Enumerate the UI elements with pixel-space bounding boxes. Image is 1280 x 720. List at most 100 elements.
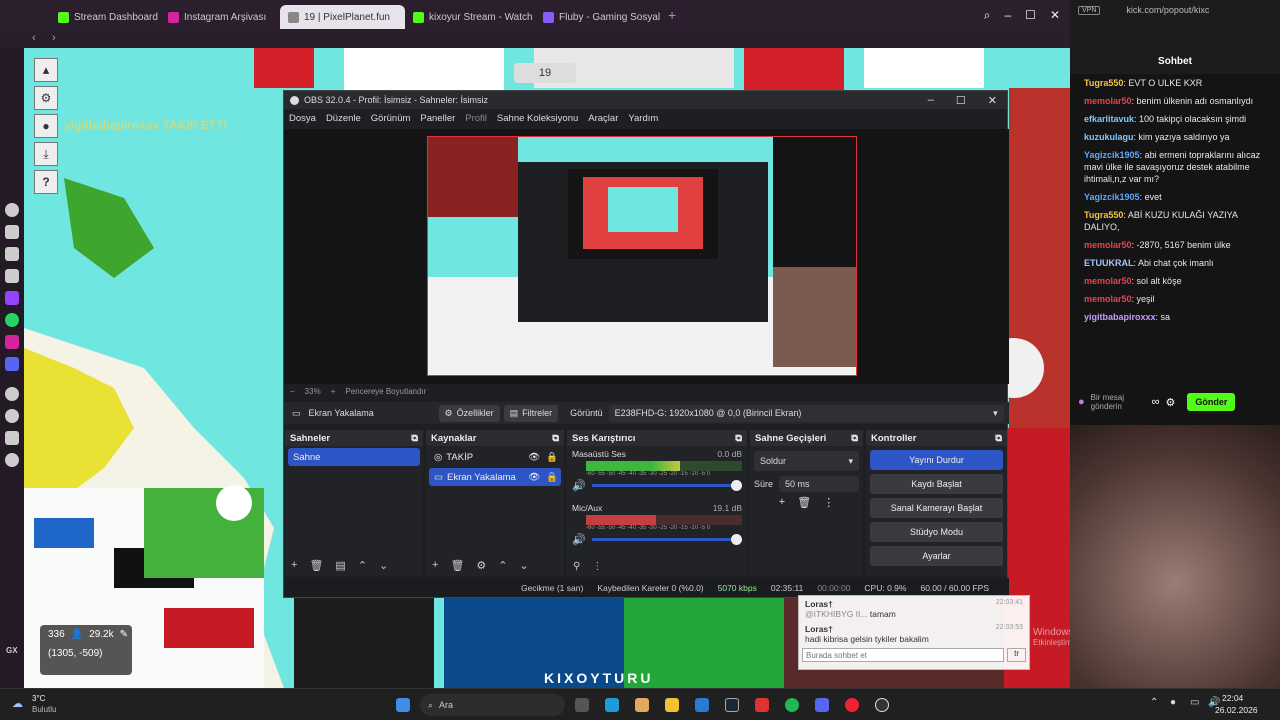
lock-icon[interactable]: 🔒 xyxy=(546,472,558,483)
undock-icon[interactable]: ⧉ xyxy=(851,433,858,444)
speaker-icon[interactable]: 🔊 xyxy=(572,533,586,546)
clock-date[interactable]: 26.02.2026 xyxy=(1215,705,1258,715)
undock-icon[interactable]: ⧉ xyxy=(735,433,742,444)
add-icon[interactable]: + xyxy=(779,496,785,509)
preview-capture[interactable] xyxy=(427,136,857,376)
start-recording-button[interactable]: Kaydı Başlat xyxy=(870,474,1003,494)
source-item[interactable]: ▭ Ekran Yakalama 👁 🔒 xyxy=(429,468,561,486)
volume-slider[interactable] xyxy=(591,534,742,545)
taskbar-search[interactable]: ⌕ Ara xyxy=(420,694,565,716)
discord-icon[interactable] xyxy=(5,357,19,371)
obs-preview-area[interactable] xyxy=(284,129,1009,384)
arrow-down-icon[interactable]: ⌄ xyxy=(379,559,388,572)
arrow-up-icon[interactable]: ⌃ xyxy=(498,559,507,572)
minimize-icon[interactable]: – xyxy=(928,94,934,107)
mic-icon[interactable]: ● xyxy=(1078,396,1085,408)
more-icon[interactable]: ⋮ xyxy=(592,561,602,572)
store-icon[interactable] xyxy=(695,698,709,712)
lock-icon[interactable]: 🔒 xyxy=(546,452,558,463)
undock-icon[interactable]: ⧉ xyxy=(552,433,559,444)
eye-icon[interactable]: 👁 xyxy=(528,452,540,463)
opera-icon[interactable] xyxy=(845,698,859,712)
chat-input[interactable] xyxy=(802,648,1005,662)
clock-time[interactable]: 22:04 xyxy=(1222,693,1243,703)
browser-tab-active[interactable]: 19 | PixelPlanet.fun xyxy=(280,5,405,29)
address-url[interactable]: kick.com/popout/kixc xyxy=(1126,5,1209,15)
whatsapp-icon[interactable] xyxy=(5,313,19,327)
scene-item[interactable]: Sahne xyxy=(288,448,420,466)
speaker-icon[interactable]: 🔊 xyxy=(572,479,586,492)
copilot-icon[interactable] xyxy=(635,698,649,712)
fit-to-window[interactable]: Pencereye Boyutlandır xyxy=(345,387,426,396)
chat-username[interactable]: Tugra550 xyxy=(1084,78,1123,88)
explorer-icon[interactable] xyxy=(665,698,679,712)
add-icon[interactable]: + xyxy=(291,559,297,572)
chat-username[interactable]: memolar50 xyxy=(1084,294,1132,304)
display-select[interactable]: E238FHD-G: 1920x1080 @ 0,0 (Birincil Ekr… xyxy=(608,404,1004,422)
vpn-badge[interactable]: VPN xyxy=(1078,5,1101,15)
menu-docks[interactable]: Paneller xyxy=(420,113,455,124)
undock-icon[interactable]: ⧉ xyxy=(995,433,1002,444)
more-icon[interactable]: ⋮ xyxy=(823,496,834,509)
menu-file[interactable]: Dosya xyxy=(289,113,316,124)
news-icon[interactable] xyxy=(5,225,19,239)
start-virtual-camera-button[interactable]: Sanal Kamerayı Başlat xyxy=(870,498,1003,518)
menu-profile[interactable]: Profil xyxy=(465,113,487,124)
trash-icon[interactable]: 🗑 xyxy=(309,559,323,572)
chat-username[interactable]: efkarlitavuk xyxy=(1084,114,1134,124)
menu-view[interactable]: Görünüm xyxy=(371,113,411,124)
tray-chevron-icon[interactable]: ⌃ xyxy=(1150,697,1158,708)
obs-icon[interactable] xyxy=(875,698,889,712)
menu-scene-collection[interactable]: Sahne Koleksiyonu xyxy=(497,113,578,124)
chat-username[interactable]: memolar50 xyxy=(1084,240,1132,250)
language-button[interactable]: tr xyxy=(1007,648,1026,662)
help-icon[interactable]: ? xyxy=(34,170,58,194)
studio-mode-button[interactable]: Stüdyo Modu xyxy=(870,522,1003,542)
close-icon[interactable]: ✕ xyxy=(1050,8,1060,23)
start-icon[interactable] xyxy=(396,698,410,712)
undock-icon[interactable]: ⧉ xyxy=(411,433,418,444)
eye-icon[interactable]: 👁 xyxy=(528,472,540,483)
duration-input[interactable]: 50 ms xyxy=(779,476,859,492)
messenger-icon[interactable] xyxy=(5,247,19,261)
source-item[interactable]: ◎ TAKİP 👁 🔒 xyxy=(429,448,561,466)
chat-username[interactable]: memolar50 xyxy=(1084,96,1132,106)
maximize-icon[interactable]: ☐ xyxy=(1025,8,1036,23)
instagram-icon[interactable] xyxy=(5,335,19,349)
settings-button[interactable]: Ayarlar xyxy=(870,546,1003,566)
mail-icon[interactable] xyxy=(5,269,19,283)
zoom-out-icon[interactable]: − xyxy=(290,387,295,396)
new-tab-icon[interactable]: + xyxy=(668,7,676,23)
weather-icon[interactable]: ☁ xyxy=(12,697,23,710)
trash-icon[interactable]: 🗑 xyxy=(797,496,811,509)
chat-username[interactable]: yigitbabapiroxxx xyxy=(1084,312,1156,322)
chat-username[interactable]: memolar50 xyxy=(1084,276,1132,286)
browser-tab[interactable]: Instagram Arşivası xyxy=(160,5,280,29)
player-icon[interactable] xyxy=(5,387,19,401)
forward-icon[interactable]: › xyxy=(52,32,56,44)
browser-tab[interactable]: Stream Dashboard xyxy=(50,5,160,29)
app-icon[interactable] xyxy=(755,698,769,712)
task-view-icon[interactable] xyxy=(575,698,589,712)
chat-username[interactable]: ETUUKRAL xyxy=(1084,258,1134,268)
trash-icon[interactable]: 🗑 xyxy=(450,559,464,572)
extensions-icon[interactable] xyxy=(5,431,19,445)
close-icon[interactable]: ✕ xyxy=(988,94,997,107)
mic-icon[interactable]: ● xyxy=(1170,697,1176,708)
filters-button[interactable]: ▤ Filtreler xyxy=(503,404,559,422)
settings-icon[interactable] xyxy=(5,453,19,467)
browser-tab[interactable]: kixoyur Stream - Watch Li xyxy=(405,5,535,29)
stop-streaming-button[interactable]: Yayını Durdur xyxy=(870,450,1003,470)
volume-slider[interactable] xyxy=(591,480,742,491)
back-icon[interactable]: ‹ xyxy=(32,32,36,44)
arrow-down-icon[interactable]: ⌄ xyxy=(520,559,529,572)
refresh-icon[interactable] xyxy=(5,203,19,217)
zoom-button[interactable]: ▴ xyxy=(34,58,58,82)
arrow-up-icon[interactable]: ⌃ xyxy=(358,559,367,572)
zoom-in-icon[interactable]: + xyxy=(331,387,336,396)
edge-icon[interactable] xyxy=(605,698,619,712)
menu-tools[interactable]: Araçlar xyxy=(588,113,618,124)
chat-username[interactable]: kuzukulagu xyxy=(1084,132,1134,142)
chat-username[interactable]: Yagizcik1905 xyxy=(1084,192,1140,202)
discord-icon[interactable] xyxy=(815,698,829,712)
